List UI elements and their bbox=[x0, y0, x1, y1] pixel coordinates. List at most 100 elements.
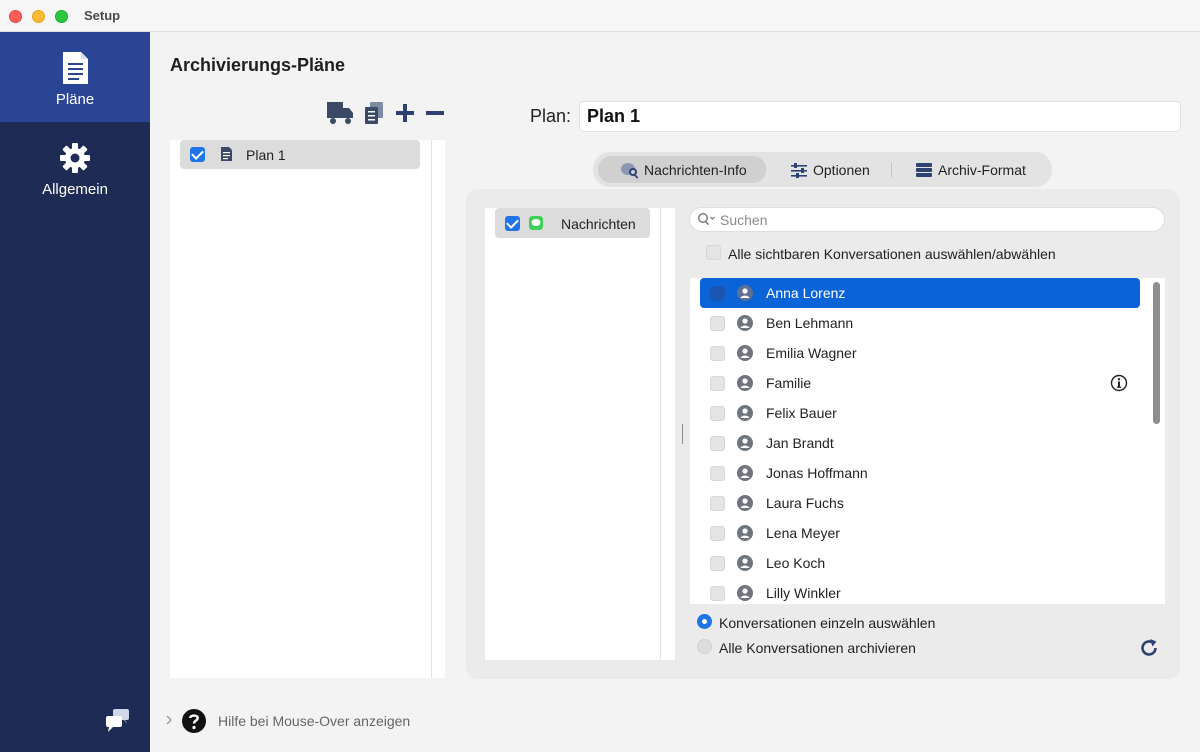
help-icon[interactable] bbox=[181, 708, 207, 734]
conversation-row[interactable]: Anna Lorenz bbox=[700, 278, 1140, 308]
person-icon bbox=[737, 435, 753, 451]
source-list-scrollbar[interactable] bbox=[660, 208, 661, 660]
conversation-row[interactable]: Lilly Winkler bbox=[700, 578, 1140, 604]
setup-window: Setup Pläne Allgemein Archivierungs-Plän… bbox=[0, 0, 1200, 752]
chevron-right-icon[interactable] bbox=[164, 714, 174, 726]
person-icon bbox=[737, 495, 753, 511]
title-bar: Setup bbox=[0, 0, 1200, 32]
conversation-checkbox[interactable] bbox=[710, 376, 725, 391]
sidebar-item-plaene[interactable]: Pläne bbox=[0, 32, 150, 122]
sidebar-item-label: Pläne bbox=[55, 91, 95, 108]
person-icon bbox=[737, 345, 753, 361]
select-all-label: Alle sichtbaren Konversationen auswählen… bbox=[728, 246, 1056, 262]
tab-label: Archiv-Format bbox=[938, 162, 1026, 178]
help-hint-label: Hilfe bei Mouse-Over anzeigen bbox=[218, 713, 411, 729]
conversation-row[interactable]: Emilia Wagner bbox=[700, 338, 1140, 368]
search-icon bbox=[697, 212, 715, 226]
conversation-name: Anna Lorenz bbox=[766, 285, 846, 301]
conversation-checkbox[interactable] bbox=[710, 316, 725, 331]
tab-label: Nachrichten-Info bbox=[644, 162, 747, 178]
conversation-row[interactable]: Jan Brandt bbox=[700, 428, 1140, 458]
conversation-checkbox[interactable] bbox=[710, 466, 725, 481]
tab-separator bbox=[891, 163, 892, 177]
conversation-name: Felix Bauer bbox=[766, 405, 837, 421]
search-input[interactable] bbox=[689, 207, 1165, 232]
conversation-row[interactable]: Familie bbox=[700, 368, 1140, 398]
conversation-list: Anna Lorenz Ben Lehmann Emilia Wagner Fa… bbox=[690, 278, 1165, 604]
copy-icon[interactable] bbox=[362, 100, 386, 126]
conversation-name: Jan Brandt bbox=[766, 435, 834, 451]
plan-name-label: Plan: bbox=[530, 106, 572, 126]
messages-app-icon bbox=[529, 216, 543, 230]
single-select-label: Konversationen einzeln auswählen bbox=[719, 615, 936, 631]
conversation-checkbox[interactable] bbox=[710, 496, 725, 511]
plans-list bbox=[170, 140, 445, 678]
minimize-window-button[interactable] bbox=[32, 10, 45, 23]
tab-optionen[interactable]: Optionen bbox=[776, 156, 886, 183]
source-checkbox[interactable] bbox=[505, 216, 520, 231]
source-list-item-label: Nachrichten bbox=[561, 216, 636, 232]
person-icon bbox=[737, 465, 753, 481]
conversation-row[interactable]: Leo Koch bbox=[700, 548, 1140, 578]
person-icon bbox=[737, 285, 753, 301]
stack-icon bbox=[916, 163, 932, 177]
conversation-row[interactable]: Laura Fuchs bbox=[700, 488, 1140, 518]
select-all-checkbox[interactable] bbox=[706, 245, 721, 260]
split-view-divider[interactable] bbox=[682, 424, 683, 444]
plan-checkbox[interactable] bbox=[190, 147, 205, 162]
conversation-name: Familie bbox=[766, 375, 812, 391]
person-icon bbox=[737, 315, 753, 331]
single-select-radio[interactable] bbox=[697, 614, 712, 629]
person-icon bbox=[737, 405, 753, 421]
source-list bbox=[485, 208, 675, 660]
tab-archiv-format[interactable]: Archiv-Format bbox=[905, 156, 1045, 183]
conversation-row[interactable]: Jonas Hoffmann bbox=[700, 458, 1140, 488]
tab-nachrichten-info[interactable]: Nachrichten-Info bbox=[598, 156, 766, 183]
conversation-checkbox[interactable] bbox=[710, 586, 725, 601]
conversation-name: Jonas Hoffmann bbox=[766, 465, 868, 481]
plan-name-field[interactable] bbox=[579, 101, 1181, 132]
refresh-icon[interactable] bbox=[1138, 637, 1160, 659]
conversation-row[interactable]: Lena Meyer bbox=[700, 518, 1140, 548]
conversation-name: Ben Lehmann bbox=[766, 315, 854, 331]
sidebar-item-allgemein[interactable]: Allgemein bbox=[0, 122, 150, 212]
sidebar-item-label: Allgemein bbox=[42, 181, 108, 198]
close-window-button[interactable] bbox=[9, 10, 22, 23]
plus-icon[interactable] bbox=[394, 100, 416, 126]
conversation-name: Lilly Winkler bbox=[766, 585, 841, 601]
person-icon bbox=[737, 585, 753, 601]
archive-all-radio[interactable] bbox=[697, 639, 712, 654]
sidebar: Pläne Allgemein bbox=[0, 32, 150, 752]
tab-label: Optionen bbox=[813, 162, 870, 178]
conversation-name: Emilia Wagner bbox=[766, 345, 857, 361]
conversation-checkbox[interactable] bbox=[710, 436, 725, 451]
info-icon[interactable] bbox=[1110, 374, 1128, 392]
document-icon bbox=[63, 52, 88, 84]
plan-list-item[interactable]: Plan 1 bbox=[180, 140, 420, 169]
conversation-checkbox[interactable] bbox=[710, 286, 725, 301]
conversation-checkbox[interactable] bbox=[710, 556, 725, 571]
gear-icon bbox=[60, 143, 90, 173]
minus-icon[interactable] bbox=[424, 100, 446, 126]
zoom-window-button[interactable] bbox=[55, 10, 68, 23]
archive-all-label: Alle Konversationen archivieren bbox=[719, 640, 916, 656]
conversation-row[interactable]: Felix Bauer bbox=[700, 398, 1140, 428]
source-list-item[interactable]: Nachrichten bbox=[495, 208, 650, 238]
chat-bubbles-icon[interactable] bbox=[104, 707, 132, 735]
window-title: Setup bbox=[84, 8, 121, 23]
conversation-row[interactable]: Ben Lehmann bbox=[700, 308, 1140, 338]
truck-icon[interactable] bbox=[326, 100, 354, 126]
document-icon bbox=[221, 147, 232, 161]
conversation-list-scrollbar[interactable] bbox=[1153, 282, 1160, 424]
message-search-icon bbox=[621, 163, 639, 179]
person-icon bbox=[737, 525, 753, 541]
conversation-checkbox[interactable] bbox=[710, 346, 725, 361]
conversation-name: Lena Meyer bbox=[766, 525, 840, 541]
person-icon bbox=[737, 375, 753, 391]
conversation-name: Laura Fuchs bbox=[766, 495, 844, 511]
conversation-checkbox[interactable] bbox=[710, 526, 725, 541]
plan-list-item-label: Plan 1 bbox=[246, 147, 286, 163]
page-title: Archivierungs-Pläne bbox=[170, 55, 346, 75]
plans-list-scrollbar[interactable] bbox=[431, 140, 432, 678]
conversation-checkbox[interactable] bbox=[710, 406, 725, 421]
